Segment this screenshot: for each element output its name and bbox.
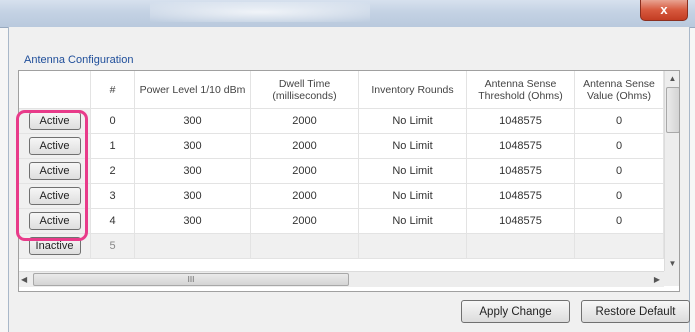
header-threshold[interactable]: Antenna Sense Threshold (Ohms) bbox=[467, 71, 575, 109]
scroll-up-icon[interactable]: ▲ bbox=[665, 71, 679, 86]
antenna-grid[interactable]: # Power Level 1/10 dBm Dwell Time (milli… bbox=[18, 70, 680, 292]
horizontal-scrollbar[interactable]: ◀ III ▶ bbox=[19, 271, 664, 287]
threshold-cell[interactable]: 1048575 bbox=[467, 209, 575, 234]
restore-default-button[interactable]: Restore Default bbox=[581, 300, 690, 323]
rounds-cell[interactable]: No Limit bbox=[359, 159, 467, 184]
table-row: Active 4 300 2000 No Limit 1048575 0 bbox=[19, 209, 664, 234]
highlight-annotation bbox=[16, 110, 88, 241]
sense-value-cell[interactable] bbox=[575, 234, 664, 259]
power-cell[interactable] bbox=[135, 234, 251, 259]
title-glow bbox=[150, 2, 370, 22]
power-cell[interactable]: 300 bbox=[135, 159, 251, 184]
table-row: Active 1 300 2000 No Limit 1048575 0 bbox=[19, 134, 664, 159]
header-rounds[interactable]: Inventory Rounds bbox=[359, 71, 467, 109]
sense-value-cell[interactable]: 0 bbox=[575, 134, 664, 159]
number-cell: 1 bbox=[91, 134, 135, 159]
rounds-cell[interactable]: No Limit bbox=[359, 184, 467, 209]
sense-value-cell[interactable]: 0 bbox=[575, 184, 664, 209]
horizontal-scroll-thumb[interactable]: III bbox=[33, 273, 349, 286]
threshold-cell[interactable]: 1048575 bbox=[467, 184, 575, 209]
number-cell: 0 bbox=[91, 109, 135, 134]
scroll-down-icon[interactable]: ▼ bbox=[665, 256, 679, 271]
table-row: Active 2 300 2000 No Limit 1048575 0 bbox=[19, 159, 664, 184]
table-row: Active 3 300 2000 No Limit 1048575 0 bbox=[19, 184, 664, 209]
apply-change-button[interactable]: Apply Change bbox=[461, 300, 570, 323]
vertical-scroll-thumb[interactable] bbox=[666, 87, 679, 133]
dwell-cell[interactable]: 2000 bbox=[251, 159, 359, 184]
number-cell: 3 bbox=[91, 184, 135, 209]
number-cell: 4 bbox=[91, 209, 135, 234]
number-cell: 5 bbox=[91, 234, 135, 259]
rounds-cell[interactable]: No Limit bbox=[359, 209, 467, 234]
header-sense-value[interactable]: Antenna Sense Value (Ohms) bbox=[575, 71, 664, 109]
rounds-cell[interactable]: No Limit bbox=[359, 109, 467, 134]
table-row: Active 0 300 2000 No Limit 1048575 0 bbox=[19, 109, 664, 134]
number-cell: 2 bbox=[91, 159, 135, 184]
sense-value-cell[interactable]: 0 bbox=[575, 209, 664, 234]
table-row: Inactive 5 bbox=[19, 234, 664, 259]
threshold-cell[interactable]: 1048575 bbox=[467, 134, 575, 159]
group-label: Antenna Configuration bbox=[24, 54, 134, 66]
close-icon: x bbox=[660, 2, 668, 17]
rounds-cell[interactable] bbox=[359, 234, 467, 259]
vertical-scrollbar[interactable]: ▲ ▼ bbox=[664, 71, 679, 271]
threshold-cell[interactable]: 1048575 bbox=[467, 159, 575, 184]
grid-body: # Power Level 1/10 dBm Dwell Time (milli… bbox=[19, 71, 664, 271]
header-dwell[interactable]: Dwell Time (milliseconds) bbox=[251, 71, 359, 109]
dwell-cell[interactable]: 2000 bbox=[251, 209, 359, 234]
dwell-cell[interactable] bbox=[251, 234, 359, 259]
rounds-cell[interactable]: No Limit bbox=[359, 134, 467, 159]
threshold-cell[interactable]: 1048575 bbox=[467, 109, 575, 134]
sense-value-cell[interactable]: 0 bbox=[575, 109, 664, 134]
power-cell[interactable]: 300 bbox=[135, 209, 251, 234]
scrollbar-corner bbox=[664, 271, 679, 286]
threshold-cell[interactable] bbox=[467, 234, 575, 259]
close-button[interactable]: x bbox=[640, 0, 688, 21]
title-bar: x bbox=[0, 0, 695, 28]
dwell-cell[interactable]: 2000 bbox=[251, 184, 359, 209]
header-row: # Power Level 1/10 dBm Dwell Time (milli… bbox=[19, 71, 664, 109]
header-state bbox=[19, 71, 91, 109]
header-power[interactable]: Power Level 1/10 dBm bbox=[135, 71, 251, 109]
scroll-right-icon[interactable]: ▶ bbox=[654, 272, 660, 287]
dwell-cell[interactable]: 2000 bbox=[251, 109, 359, 134]
scroll-left-icon[interactable]: ◀ bbox=[21, 272, 27, 287]
header-number[interactable]: # bbox=[91, 71, 135, 109]
power-cell[interactable]: 300 bbox=[135, 184, 251, 209]
sense-value-cell[interactable]: 0 bbox=[575, 159, 664, 184]
power-cell[interactable]: 300 bbox=[135, 134, 251, 159]
power-cell[interactable]: 300 bbox=[135, 109, 251, 134]
dwell-cell[interactable]: 2000 bbox=[251, 134, 359, 159]
